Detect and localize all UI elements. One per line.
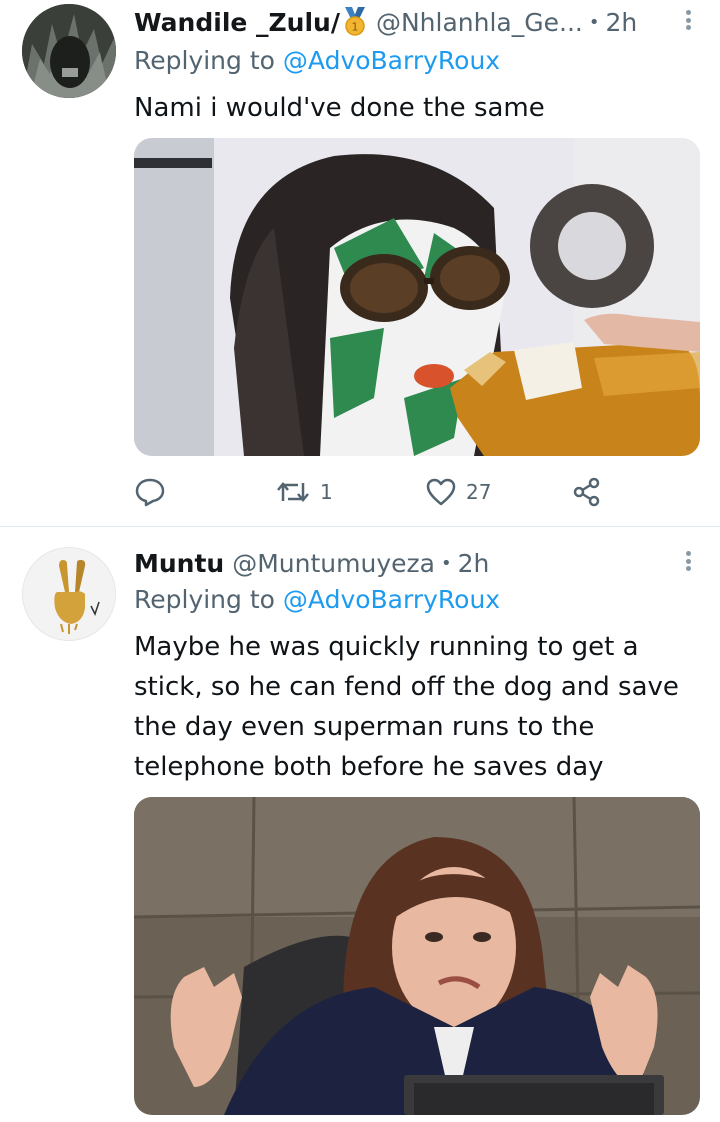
tweet[interactable]: Wandile _Zulu/ 1 @Nhlanhla_Ge... • 2h Re…	[0, 0, 720, 526]
avatar[interactable]	[22, 4, 116, 98]
avatar[interactable]	[22, 547, 116, 641]
tweet-image[interactable]	[134, 797, 700, 1115]
replying-to-label: Replying to	[134, 585, 275, 614]
like-button[interactable]: 27	[426, 474, 491, 510]
peace-hand-avatar-image	[23, 548, 115, 640]
timestamp[interactable]: 2h	[605, 8, 637, 37]
tweet-header: Wandile _Zulu/ 1 @Nhlanhla_Ge... • 2h	[134, 2, 637, 42]
svg-text:1: 1	[351, 21, 358, 34]
tweet-text: Nami i would've done the same	[134, 93, 545, 123]
tweet-text: Maybe he was quickly running to get a st…	[134, 632, 679, 782]
reply-icon	[135, 478, 165, 507]
share-button[interactable]	[572, 474, 602, 510]
separator-dot: •	[440, 552, 452, 574]
replying-to: Replying to @AdvoBarryRoux	[134, 585, 500, 614]
author-handle[interactable]: @Muntumuyeza	[232, 549, 435, 578]
replying-to: Replying to @AdvoBarryRoux	[134, 46, 500, 75]
author-handle[interactable]: @Nhlanhla_Ge...	[376, 8, 583, 37]
author-name[interactable]: Wandile _Zulu/	[134, 8, 340, 37]
masked-woman-drinking-photo	[134, 138, 700, 456]
retweet-button[interactable]: 1	[276, 474, 333, 510]
avatar-image	[22, 4, 116, 98]
reply-button[interactable]	[134, 474, 166, 510]
heart-icon	[426, 478, 456, 506]
retweet-count: 1	[320, 480, 333, 504]
tweet-header: Muntu @Muntumuyeza • 2h	[134, 543, 489, 583]
like-count: 27	[466, 480, 492, 504]
timestamp[interactable]: 2h	[458, 549, 490, 578]
gold-medal-icon: 1	[342, 7, 368, 37]
author-name[interactable]: Muntu	[134, 549, 224, 578]
tweet-actions: 1 27	[134, 474, 614, 510]
shrugging-judge-photo	[134, 797, 700, 1115]
share-icon	[573, 477, 600, 507]
more-options-icon[interactable]	[680, 545, 696, 577]
retweet-icon	[277, 482, 309, 502]
more-options-icon[interactable]	[680, 4, 696, 36]
tweet-image[interactable]	[134, 138, 700, 456]
replying-to-handle[interactable]: @AdvoBarryRoux	[283, 46, 500, 75]
tweet[interactable]: Muntu @Muntumuyeza • 2h Replying to @Adv…	[0, 527, 720, 1122]
replying-to-handle[interactable]: @AdvoBarryRoux	[283, 585, 500, 614]
replying-to-label: Replying to	[134, 46, 275, 75]
separator-dot: •	[588, 11, 600, 33]
